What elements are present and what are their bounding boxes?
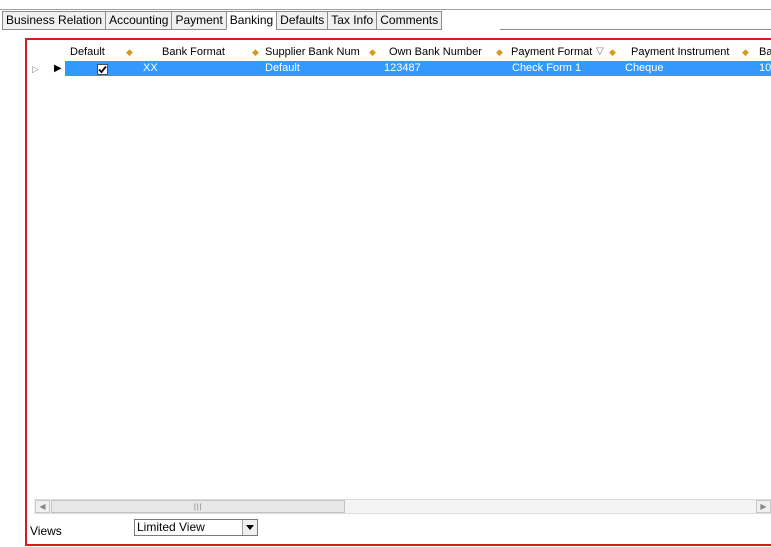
diamond-marker-icon: ◆ <box>742 47 749 57</box>
current-row-arrow-icon: ▶ <box>54 63 62 74</box>
top-divider <box>0 9 771 10</box>
diamond-marker-icon: ◆ <box>496 47 503 57</box>
diamond-marker-icon: ◆ <box>126 47 133 57</box>
expand-row-icon[interactable]: ▷ <box>32 64 39 74</box>
chevron-down-icon <box>246 525 254 530</box>
cell-own-bank-number[interactable]: 123487 <box>384 61 421 76</box>
views-label: Views <box>30 524 62 538</box>
sort-descending-icon[interactable]: ▽ <box>596 44 604 60</box>
cell-bank-format[interactable]: XX <box>143 61 158 76</box>
dropdown-button[interactable] <box>242 520 257 535</box>
horizontal-scrollbar[interactable]: ◀ ||| ▶ <box>34 499 771 514</box>
diamond-marker-icon: ◆ <box>252 47 259 57</box>
tab-comments[interactable]: Comments <box>376 11 443 30</box>
column-header-payment-format[interactable]: Payment Format <box>511 44 592 60</box>
tab-banking[interactable]: Banking <box>225 11 277 30</box>
tab-business-relation[interactable]: Business Relation <box>2 11 106 30</box>
cell-payment-format[interactable]: Check Form 1 <box>512 61 581 76</box>
views-dropdown[interactable]: Limited View <box>134 519 258 536</box>
scroll-left-button[interactable]: ◀ <box>35 500 50 513</box>
grip-icon: ||| <box>194 504 203 511</box>
column-header-payment-instrument[interactable]: Payment Instrument <box>631 44 729 60</box>
cell-payment-instrument[interactable]: Cheque <box>625 61 664 76</box>
tab-accounting[interactable]: Accounting <box>105 11 172 30</box>
column-header-own-bank-number[interactable]: Own Bank Number <box>389 44 482 60</box>
tab-tax-info[interactable]: Tax Info <box>327 11 377 30</box>
default-checkbox[interactable] <box>97 64 108 75</box>
diamond-marker-icon: ◆ <box>609 47 616 57</box>
scroll-right-button[interactable]: ▶ <box>756 500 771 513</box>
scroll-thumb[interactable]: ||| <box>51 500 345 513</box>
column-header-next[interactable]: Ba <box>759 44 771 60</box>
diamond-marker-icon: ◆ <box>369 47 376 57</box>
column-header-bank-format[interactable]: Bank Format <box>162 44 225 60</box>
tab-defaults[interactable]: Defaults <box>276 11 328 30</box>
column-header-supplier-bank-num[interactable]: Supplier Bank Num <box>265 44 360 60</box>
tab-strip: Business Relation Accounting Payment Ban… <box>2 11 443 30</box>
cell-next[interactable]: 10 <box>759 61 771 76</box>
checkmark-icon <box>98 65 107 74</box>
tab-strip-baseline <box>500 29 771 30</box>
column-header-default[interactable]: Default <box>70 44 105 60</box>
cell-supplier-bank-num[interactable]: Default <box>265 61 300 76</box>
tab-payment[interactable]: Payment <box>171 11 226 30</box>
views-selected-value: Limited View <box>137 520 205 534</box>
banking-grid-panel <box>25 38 771 546</box>
